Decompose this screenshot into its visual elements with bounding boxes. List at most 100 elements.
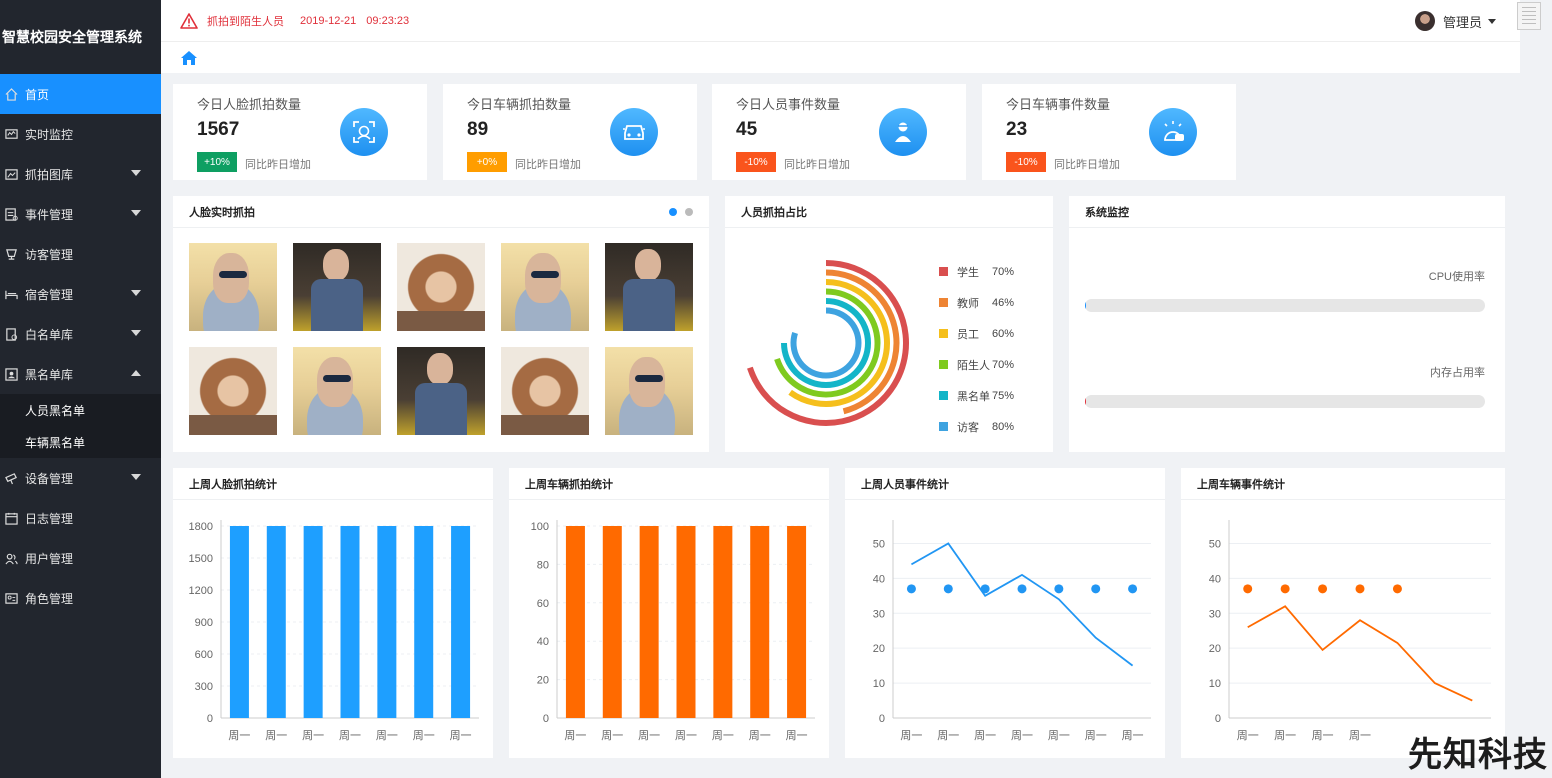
carousel-dot-2[interactable] (685, 208, 693, 216)
bar[interactable] (750, 526, 770, 718)
x-tick-label: 周一 (376, 729, 398, 742)
submenu-item-1[interactable]: 车辆黑名单 (0, 426, 161, 458)
stat-value: 89 (467, 119, 489, 140)
stat-change-badge: +0% (467, 152, 507, 172)
legend-item[interactable]: 学生 70% (939, 256, 1014, 287)
bar[interactable] (377, 526, 397, 718)
stat-card-3[interactable]: 今日车辆事件数量 23 -10% 同比昨日增加 (982, 84, 1236, 180)
data-point[interactable] (1392, 584, 1402, 594)
bar[interactable] (565, 526, 585, 718)
sidebar-item-0[interactable]: 首页 (0, 74, 161, 114)
user-menu[interactable]: 管理员 (1414, 11, 1496, 31)
sidebar-item-8[interactable]: 设备管理 (0, 458, 161, 498)
legend-item[interactable]: 访客 80% (939, 411, 1014, 442)
ratio-arc-0[interactable] (747, 260, 909, 426)
sidebar-item-9[interactable]: 日志管理 (0, 498, 161, 538)
data-point[interactable] (1243, 584, 1253, 594)
cup-icon (4, 247, 18, 261)
bar[interactable] (340, 526, 360, 718)
bar[interactable] (266, 526, 286, 718)
data-point[interactable] (943, 584, 953, 594)
stat-compare-text: 同比昨日增加 (245, 159, 311, 171)
carousel-dot-1[interactable] (669, 208, 677, 216)
qr-code-icon[interactable] (1517, 2, 1541, 30)
week-car-panel: 上周车辆抓拍统计 0 20 40 60 80 100 周一 周一 周一 周一 周一 周一 周一 (509, 468, 829, 758)
bar[interactable] (303, 526, 323, 718)
x-tick-label: 周一 (900, 729, 922, 742)
ratio-legend: 学生 70% 教师 46% 员工 60% 陌生人 70% 黑名单 75% 访客 80% (939, 256, 1014, 442)
face-snapshot[interactable] (605, 243, 693, 331)
legend-name: 黑名单 (957, 390, 990, 403)
bar[interactable] (602, 526, 622, 718)
legend-item[interactable]: 员工 60% (939, 318, 1014, 349)
y-tick-label: 300 (195, 681, 213, 693)
sidebar-item-10[interactable]: 用户管理 (0, 538, 161, 578)
bar[interactable] (787, 526, 807, 718)
role-icon (4, 591, 18, 605)
sidebar-item-2[interactable]: 抓拍图库 (0, 154, 161, 194)
data-point[interactable] (1054, 584, 1064, 594)
x-tick-label: 周一 (712, 729, 734, 742)
bar[interactable] (713, 526, 733, 718)
face-snapshot[interactable] (293, 243, 381, 331)
sidebar-item-11[interactable]: 角色管理 (0, 578, 161, 618)
sidebar-item-3[interactable]: 事件管理 (0, 194, 161, 234)
x-tick-label: 周一 (601, 729, 623, 742)
data-point[interactable] (1318, 584, 1328, 594)
face-snapshot[interactable] (605, 347, 693, 435)
sidebar-item-4[interactable]: 访客管理 (0, 234, 161, 274)
data-point[interactable] (1017, 584, 1027, 594)
person-ratio-panel: 人员抓拍占比 学生 70% 教师 46% 员工 60% 陌生人 70% 黑名单 75% 访客 80% (725, 196, 1053, 452)
face-snapshot[interactable] (293, 347, 381, 435)
bar[interactable] (676, 526, 696, 718)
chevron-down-icon (131, 330, 141, 336)
legend-item[interactable]: 教师 46% (939, 287, 1014, 318)
y-tick-label: 0 (879, 713, 885, 725)
face-snapshot[interactable] (397, 243, 485, 331)
bar[interactable] (229, 526, 249, 718)
face-snapshot[interactable] (189, 347, 277, 435)
stat-card-0[interactable]: 今日人脸抓拍数量 1567 +10% 同比昨日增加 (173, 84, 427, 180)
stat-card-1[interactable]: 今日车辆抓拍数量 89 +0% 同比昨日增加 (443, 84, 697, 180)
stat-compare-text: 同比昨日增加 (784, 159, 850, 171)
face-snapshot[interactable] (189, 243, 277, 331)
series-line[interactable] (910, 542, 1134, 667)
data-point[interactable] (1280, 584, 1290, 594)
home-icon[interactable] (181, 50, 197, 65)
data-point[interactable] (1355, 584, 1365, 594)
bar[interactable] (414, 526, 434, 718)
y-tick-label: 20 (537, 675, 549, 687)
bar[interactable] (451, 526, 471, 718)
face-snapshot[interactable] (501, 347, 589, 435)
series-line[interactable] (1247, 605, 1473, 702)
data-point[interactable] (980, 584, 990, 594)
legend-item[interactable]: 陌生人 70% (939, 349, 1014, 380)
sidebar-item-1[interactable]: 实时监控 (0, 114, 161, 154)
sidebar-item-7[interactable]: 黑名单库 (0, 354, 161, 394)
alert-message[interactable]: 抓拍到陌生人员 (207, 13, 284, 29)
sidebar-item-6[interactable]: 白名单库 (0, 314, 161, 354)
stat-card-2[interactable]: 今日人员事件数量 45 -10% 同比昨日增加 (712, 84, 966, 180)
ratio-arc-4[interactable] (781, 298, 871, 388)
ratio-arc-5[interactable] (790, 307, 862, 379)
alert-date: 2019-12-21 (300, 14, 357, 27)
data-point[interactable] (906, 584, 916, 594)
memory-progress-fill (1085, 395, 1086, 408)
chevron-down-icon (131, 474, 141, 480)
sidebar-item-label: 事件管理 (25, 207, 74, 222)
y-tick-label: 80 (537, 559, 549, 571)
legend-item[interactable]: 黑名单 75% (939, 380, 1014, 411)
face-snapshot[interactable] (397, 347, 485, 435)
bar[interactable] (639, 526, 659, 718)
submenu-item-0[interactable]: 人员黑名单 (0, 394, 161, 426)
x-tick-label: 周一 (638, 729, 660, 742)
data-point[interactable] (1128, 584, 1138, 594)
data-point[interactable] (1091, 584, 1101, 594)
y-tick-label: 20 (1209, 643, 1221, 655)
legend-swatch (939, 422, 948, 431)
x-tick-label: 周一 (339, 729, 361, 742)
x-tick-label: 周一 (749, 729, 771, 742)
face-snapshot[interactable] (501, 243, 589, 331)
sidebar-item-5[interactable]: 宿舍管理 (0, 274, 161, 314)
x-tick-label: 周一 (1274, 729, 1296, 742)
